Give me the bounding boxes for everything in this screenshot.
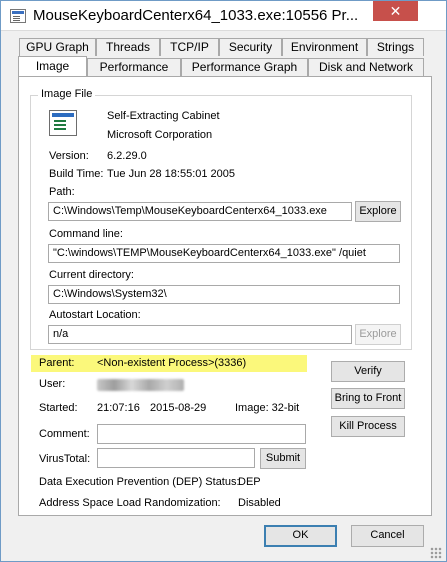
executable-file-icon (49, 110, 77, 136)
virustotal-label: VirusTotal: (39, 453, 91, 465)
comment-input[interactable] (97, 424, 306, 444)
command-line-label: Command line: (49, 228, 123, 240)
started-label: Started: (39, 402, 78, 414)
process-properties-window: MouseKeyboardCenterx64_1033.exe:10556 Pr… (0, 0, 447, 562)
bring-to-front-button[interactable]: Bring to Front (331, 388, 405, 409)
tab-image[interactable]: Image (18, 56, 87, 76)
current-directory-label: Current directory: (49, 269, 134, 281)
path-label: Path: (49, 186, 75, 198)
application-icon (10, 9, 26, 23)
verify-button[interactable]: Verify (331, 361, 405, 382)
cancel-button-label: Cancel (370, 529, 405, 541)
tab-threads[interactable]: Threads (96, 38, 160, 56)
autostart-location-label: Autostart Location: (49, 309, 141, 321)
tab-tcp-ip[interactable]: TCP/IP (160, 38, 219, 56)
tab-security[interactable]: Security (219, 38, 282, 56)
parent-label: Parent: (39, 357, 75, 369)
kill-process-button[interactable]: Kill Process (331, 416, 405, 437)
image-file-group-label: Image File (38, 88, 96, 100)
explore-path-button[interactable]: Explore (355, 201, 401, 222)
parent-value: <Non-existent Process>(3336) (97, 357, 247, 369)
virustotal-field[interactable] (97, 448, 255, 468)
build-time-label: Build Time: (49, 168, 104, 180)
user-value-redacted (97, 379, 184, 391)
explore-autostart-label: Explore (359, 328, 397, 340)
submit-button[interactable]: Submit (260, 448, 306, 469)
aslr-value: Disabled (238, 497, 281, 509)
dep-value: DEP (238, 476, 261, 488)
comment-label: Comment: (39, 428, 90, 440)
bring-to-front-label: Bring to Front (334, 392, 402, 404)
started-time: 21:07:16 (97, 402, 140, 414)
explore-autostart-button: Explore (355, 324, 401, 345)
cancel-button[interactable]: Cancel (351, 525, 424, 547)
tab-performance[interactable]: Performance (87, 58, 181, 76)
submit-button-label: Submit (265, 452, 301, 464)
autostart-location-field[interactable]: n/a (48, 325, 352, 344)
title-bar[interactable]: MouseKeyboardCenterx64_1033.exe:10556 Pr… (1, 1, 446, 31)
tab-environment[interactable]: Environment (282, 38, 367, 56)
image-bitness: Image: 32-bit (235, 402, 300, 414)
version-label: Version: (49, 150, 89, 162)
explore-path-label: Explore (359, 205, 397, 217)
file-description: Self-Extracting Cabinet (107, 110, 220, 122)
command-line-field[interactable]: "C:\windows\TEMP\MouseKeyboardCenterx64_… (48, 244, 400, 263)
verify-button-label: Verify (354, 365, 382, 377)
tab-disk-and-network[interactable]: Disk and Network (308, 58, 424, 76)
aslr-label: Address Space Load Randomization: (39, 497, 221, 509)
tab-strings[interactable]: Strings (367, 38, 424, 56)
tab-performance-graph[interactable]: Performance Graph (181, 58, 308, 76)
tab-gpu-graph[interactable]: GPU Graph (19, 38, 96, 56)
resize-grip-icon[interactable] (430, 547, 442, 559)
window-title: MouseKeyboardCenterx64_1033.exe:10556 Pr… (33, 7, 359, 24)
close-button[interactable]: ✕ (373, 1, 418, 21)
kill-process-label: Kill Process (339, 420, 397, 432)
ok-button-label: OK (292, 529, 309, 541)
version-value: 6.2.29.0 (107, 150, 147, 162)
started-date: 2015-08-29 (150, 402, 207, 414)
build-time-value: Tue Jun 28 18:55:01 2005 (107, 168, 236, 180)
dep-label: Data Execution Prevention (DEP) Status: (39, 476, 240, 488)
ok-button[interactable]: OK (264, 525, 337, 547)
file-company: Microsoft Corporation (107, 129, 213, 141)
current-directory-field[interactable]: C:\Windows\System32\ (48, 285, 400, 304)
path-field[interactable]: C:\Windows\Temp\MouseKeyboardCenterx64_1… (48, 202, 352, 221)
user-label: User: (39, 378, 66, 390)
